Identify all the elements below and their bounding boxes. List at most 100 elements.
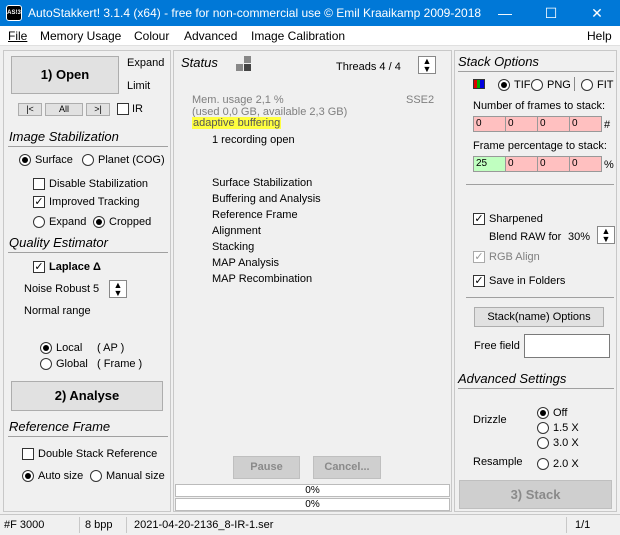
global-radio[interactable] bbox=[40, 358, 52, 370]
tif-radio[interactable] bbox=[498, 79, 510, 91]
sharpened-checkbox[interactable]: ✓ bbox=[473, 213, 485, 225]
stack-options-header: Stack Options bbox=[458, 54, 539, 69]
drizzle-3x-radio[interactable] bbox=[537, 437, 549, 449]
analyse-button[interactable]: 2) Analyse bbox=[11, 381, 163, 411]
reference-frame-header: Reference Frame bbox=[9, 419, 111, 434]
close-icon[interactable]: ✕ bbox=[574, 0, 620, 26]
divider bbox=[8, 436, 168, 437]
surface-label: Surface bbox=[35, 154, 73, 166]
divider bbox=[8, 146, 168, 147]
frames-field-4[interactable]: 0 bbox=[569, 116, 602, 132]
resample-2x-radio[interactable] bbox=[537, 458, 549, 470]
stack-button[interactable]: 3) Stack bbox=[459, 480, 612, 509]
open-button[interactable]: 1) Open bbox=[11, 56, 119, 94]
all-frames-button[interactable]: All bbox=[45, 103, 83, 116]
divider bbox=[8, 252, 168, 253]
menu-advanced[interactable]: Advanced bbox=[184, 29, 237, 43]
window-title: AutoStakkert! 3.1.4 (x64) - free for non… bbox=[28, 6, 482, 20]
fit-radio[interactable] bbox=[581, 79, 593, 91]
cancel-button[interactable]: Cancel... bbox=[313, 456, 381, 479]
minimize-icon[interactable]: — bbox=[482, 0, 528, 26]
threads-label: Threads 4 / 4 bbox=[336, 61, 401, 73]
pause-button[interactable]: Pause bbox=[233, 456, 300, 479]
png-radio[interactable] bbox=[531, 79, 543, 91]
drizzle-off-radio[interactable] bbox=[537, 407, 549, 419]
frame-count-text: #F 3000 bbox=[4, 519, 45, 531]
app-logo-icon: AS!3 bbox=[6, 5, 22, 21]
surface-radio[interactable] bbox=[19, 154, 31, 166]
format-divider bbox=[574, 77, 575, 91]
expand-label: Expand bbox=[127, 57, 165, 69]
divider bbox=[466, 184, 614, 185]
menu-bar: File Memory Usage Colour Advanced Image … bbox=[0, 26, 620, 46]
sse-text: SSE2 bbox=[406, 94, 435, 106]
sharpened-label: Sharpened bbox=[489, 213, 543, 225]
frames-field-1[interactable]: 0 bbox=[473, 116, 506, 132]
global-label: Global bbox=[56, 358, 88, 370]
percentage-field-2[interactable]: 0 bbox=[505, 156, 538, 172]
status-header: Status bbox=[181, 55, 218, 70]
divider bbox=[79, 517, 80, 533]
save-in-folders-checkbox[interactable]: ✓ bbox=[473, 275, 485, 287]
progress-bar-2: 0% bbox=[175, 498, 450, 511]
disable-stabilization-checkbox[interactable] bbox=[33, 178, 45, 190]
local-radio[interactable] bbox=[40, 342, 52, 354]
tif-label: TIF bbox=[514, 79, 531, 91]
first-frame-button[interactable]: |< bbox=[18, 103, 42, 116]
title-bar: AS!3 AutoStakkert! 3.1.4 (x64) - free fo… bbox=[0, 0, 620, 26]
image-stabilization-header: Image Stabilization bbox=[9, 129, 119, 144]
normal-range-label: Normal range bbox=[24, 305, 91, 317]
menu-file[interactable]: File bbox=[8, 29, 27, 43]
planet-label: Planet (COG) bbox=[98, 154, 165, 166]
color-channels-icon bbox=[473, 79, 485, 89]
rgb-align-checkbox[interactable]: ✓ bbox=[473, 251, 485, 263]
improved-tracking-checkbox[interactable]: ✓ bbox=[33, 196, 45, 208]
frames-field-3[interactable]: 0 bbox=[537, 116, 570, 132]
cropped-radio[interactable] bbox=[93, 216, 105, 228]
planet-radio[interactable] bbox=[82, 154, 94, 166]
divider bbox=[566, 517, 567, 533]
step-stacking: Stacking bbox=[212, 241, 255, 253]
menu-image-calibration[interactable]: Image Calibration bbox=[251, 29, 345, 43]
page-indicator-text: 1/1 bbox=[575, 519, 591, 531]
noise-robust-spinner-icon[interactable]: ▲ ▼ bbox=[109, 280, 127, 298]
percentage-field-4[interactable]: 0 bbox=[569, 156, 602, 172]
free-field-label: Free field bbox=[474, 340, 520, 352]
png-label: PNG bbox=[547, 79, 571, 91]
step-buffering-analysis: Buffering and Analysis bbox=[212, 193, 321, 205]
expand-radio[interactable] bbox=[33, 216, 45, 228]
rgb-align-label: RGB Align bbox=[489, 251, 540, 263]
local-note: ( AP ) bbox=[97, 342, 125, 354]
menu-colour[interactable]: Colour bbox=[134, 29, 169, 43]
step-map-recombination: MAP Recombination bbox=[212, 273, 313, 285]
step-surface-stabilization: Surface Stabilization bbox=[212, 177, 313, 189]
auto-size-radio[interactable] bbox=[22, 470, 34, 482]
percentage-field-3[interactable]: 0 bbox=[537, 156, 570, 172]
manual-size-radio[interactable] bbox=[90, 470, 102, 482]
ir-checkbox[interactable] bbox=[117, 103, 129, 115]
limit-label: Limit bbox=[127, 80, 151, 92]
last-frame-button[interactable]: >| bbox=[86, 103, 110, 116]
processing-steps-list: Surface Stabilization Buffering and Anal… bbox=[212, 175, 321, 287]
advanced-settings-header: Advanced Settings bbox=[458, 371, 567, 386]
resample-2x-label: 2.0 X bbox=[553, 458, 579, 470]
percentage-unit: % bbox=[604, 159, 614, 171]
laplace-checkbox[interactable]: ✓ bbox=[33, 261, 45, 273]
maximize-icon[interactable]: ☐ bbox=[528, 0, 574, 26]
blend-raw-spinner-icon[interactable]: ▲ ▼ bbox=[597, 226, 615, 244]
menu-memory-usage[interactable]: Memory Usage bbox=[40, 29, 121, 43]
step-alignment: Alignment bbox=[212, 225, 261, 237]
drizzle-1-5x-radio[interactable] bbox=[537, 422, 549, 434]
percentage-field-1[interactable]: 25 bbox=[473, 156, 506, 172]
cropped-label: Cropped bbox=[109, 216, 152, 228]
drizzle-off-label: Off bbox=[553, 407, 568, 419]
frames-field-2[interactable]: 0 bbox=[505, 116, 538, 132]
threads-spinner-icon[interactable]: ▲ ▼ bbox=[418, 56, 436, 74]
status-indicator-icon bbox=[236, 56, 252, 72]
fit-label: FIT bbox=[597, 79, 614, 91]
free-field-input[interactable] bbox=[524, 334, 610, 358]
stackname-options-button[interactable]: Stack(name) Options bbox=[474, 307, 604, 327]
step-reference-frame: Reference Frame bbox=[212, 209, 298, 221]
double-stack-reference-checkbox[interactable] bbox=[22, 448, 34, 460]
menu-help[interactable]: Help bbox=[587, 29, 612, 43]
